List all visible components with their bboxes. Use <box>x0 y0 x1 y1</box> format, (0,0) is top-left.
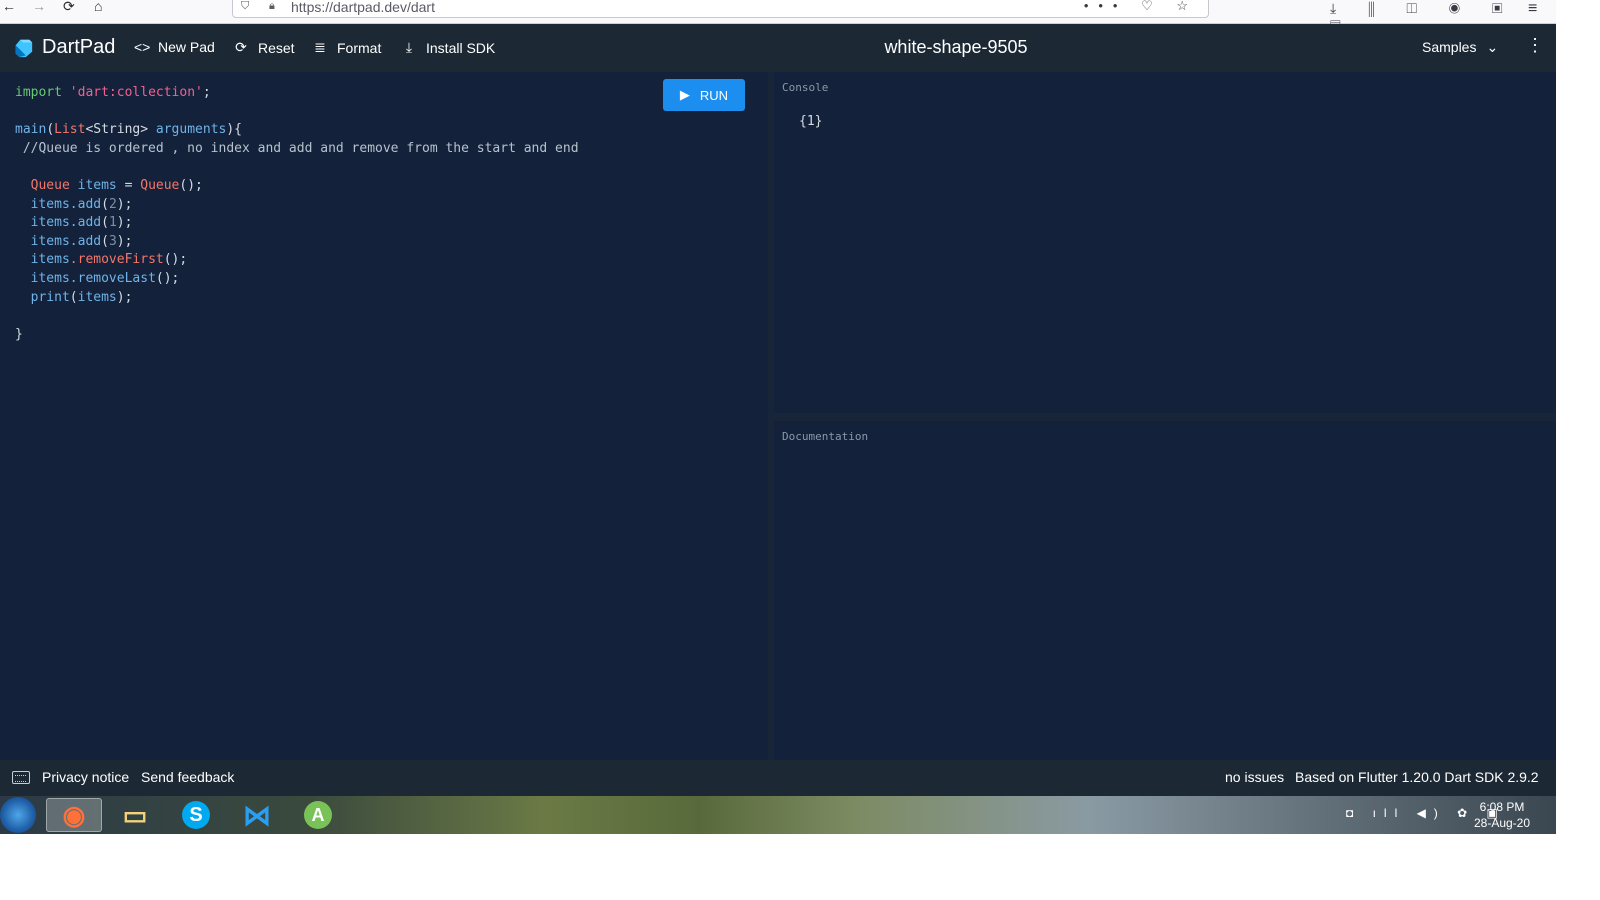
code-line: items.removeLast(); <box>30 270 180 286</box>
install-sdk-label: Install SDK <box>426 39 496 56</box>
install-sdk-button[interactable]: ⤓ Install SDK <box>402 39 495 56</box>
code-brackets-icon: <> <box>134 39 151 55</box>
system-clock[interactable]: 6:08 PM 28-Aug-20 <box>1470 799 1534 831</box>
code-line: items.add(1); <box>30 215 133 231</box>
clock-date: 28-Aug-20 <box>1473 816 1531 830</box>
pad-name[interactable]: white-shape-9505 <box>884 37 1027 57</box>
file-explorer-icon[interactable]: ▭ <box>107 798 163 832</box>
documentation-panel: Documentation <box>774 421 1556 760</box>
reload-icon[interactable]: ⟳ <box>63 0 75 16</box>
samples-dropdown[interactable]: Samples ⌄ <box>1422 39 1498 56</box>
console-label: Console <box>782 81 829 94</box>
format-button[interactable]: ≣ Format <box>313 39 381 56</box>
android-studio-icon[interactable]: A <box>290 798 346 832</box>
app-bar: DartPad <> New Pad ⟳ Reset ≣ Format ⤓ In… <box>0 24 1556 72</box>
code-line: main(List<String> arguments){ <box>15 122 243 138</box>
os-taskbar: ◉ ▭ S ⋈ A ◘ ıll ◀) ✿ ▣ 6:08 PM 28-Aug-20 <box>0 796 1556 834</box>
code-line: print(items); <box>30 289 133 305</box>
run-label: RUN <box>699 87 729 103</box>
url-text[interactable]: https://dartpad.dev/dart <box>291 0 435 15</box>
more-vert-icon[interactable]: ⋮ <box>1526 36 1544 54</box>
dart-logo-icon <box>15 39 33 58</box>
reset-button[interactable]: ⟳ Reset <box>234 39 295 56</box>
code-line: import 'dart:collection'; <box>15 85 211 100</box>
back-arrow-icon[interactable]: ← <box>2 0 16 16</box>
format-label: Format <box>337 39 382 56</box>
address-bar[interactable]: ⛉ 🔒︎ https://dartpad.dev/dart ••• ♡ ☆ <box>232 0 1209 18</box>
shield-icon[interactable]: ⛉ <box>241 0 249 13</box>
send-feedback-link[interactable]: Send feedback <box>141 769 234 785</box>
code-line: } <box>15 326 23 342</box>
windows-start-icon[interactable] <box>0 797 36 833</box>
skype-icon[interactable]: S <box>168 798 224 832</box>
new-pad-button[interactable]: <> New Pad <box>134 39 215 55</box>
privacy-notice-link[interactable]: Privacy notice <box>42 769 129 785</box>
browser-toolbar: ← → ⟳ ⌂ ⛉ 🔒︎ https://dartpad.dev/dart ••… <box>0 0 1556 33</box>
forward-arrow-icon[interactable]: → <box>32 0 46 16</box>
home-icon[interactable]: ⌂ <box>94 0 102 16</box>
console-output: {1} <box>799 114 823 129</box>
hamburger-menu-icon[interactable]: ≡ <box>1528 0 1537 18</box>
keyboard-icon[interactable] <box>12 771 30 784</box>
code-editor[interactable]: import 'dart:collection'; main(List<Stri… <box>0 72 768 760</box>
refresh-icon: ⟳ <box>235 39 247 55</box>
lock-icon[interactable]: 🔒︎ <box>269 0 275 13</box>
code-line: items.add(3); <box>30 233 133 249</box>
format-lines-icon: ≣ <box>314 39 326 55</box>
firefox-icon[interactable]: ◉ <box>46 798 102 832</box>
new-pad-label: New Pad <box>158 39 215 55</box>
sdk-version: Based on Flutter 1.20.0 Dart SDK 2.9.2 <box>1295 769 1539 785</box>
chevron-down-icon: ⌄ <box>1486 39 1499 55</box>
page-actions-icons[interactable]: ••• ♡ ☆ <box>1084 0 1198 14</box>
app-brand[interactable]: DartPad <box>42 36 115 59</box>
issues-status[interactable]: no issues <box>1225 769 1284 785</box>
reset-label: Reset <box>258 39 295 56</box>
documentation-label: Documentation <box>782 430 869 443</box>
play-icon: ▶ <box>679 87 690 102</box>
run-button[interactable]: ▶ RUN <box>663 79 745 111</box>
samples-label: Samples <box>1422 39 1477 55</box>
code-content[interactable]: import 'dart:collection'; main(List<Stri… <box>15 84 579 344</box>
code-line: Queue items = Queue(); <box>30 177 203 193</box>
code-line: items.add(2); <box>30 196 133 212</box>
code-line: items.removeFirst(); <box>30 252 188 268</box>
horizontal-splitter[interactable] <box>774 413 1556 421</box>
download-icon: ⤓ <box>405 39 413 55</box>
vscode-icon[interactable]: ⋈ <box>229 798 285 832</box>
console-panel: Console {1} <box>774 72 1556 413</box>
code-comment: //Queue is ordered , no index and add an… <box>15 140 579 156</box>
clock-time: 6:08 PM <box>1479 800 1525 814</box>
footer: Privacy notice Send feedback no issues B… <box>0 760 1556 796</box>
